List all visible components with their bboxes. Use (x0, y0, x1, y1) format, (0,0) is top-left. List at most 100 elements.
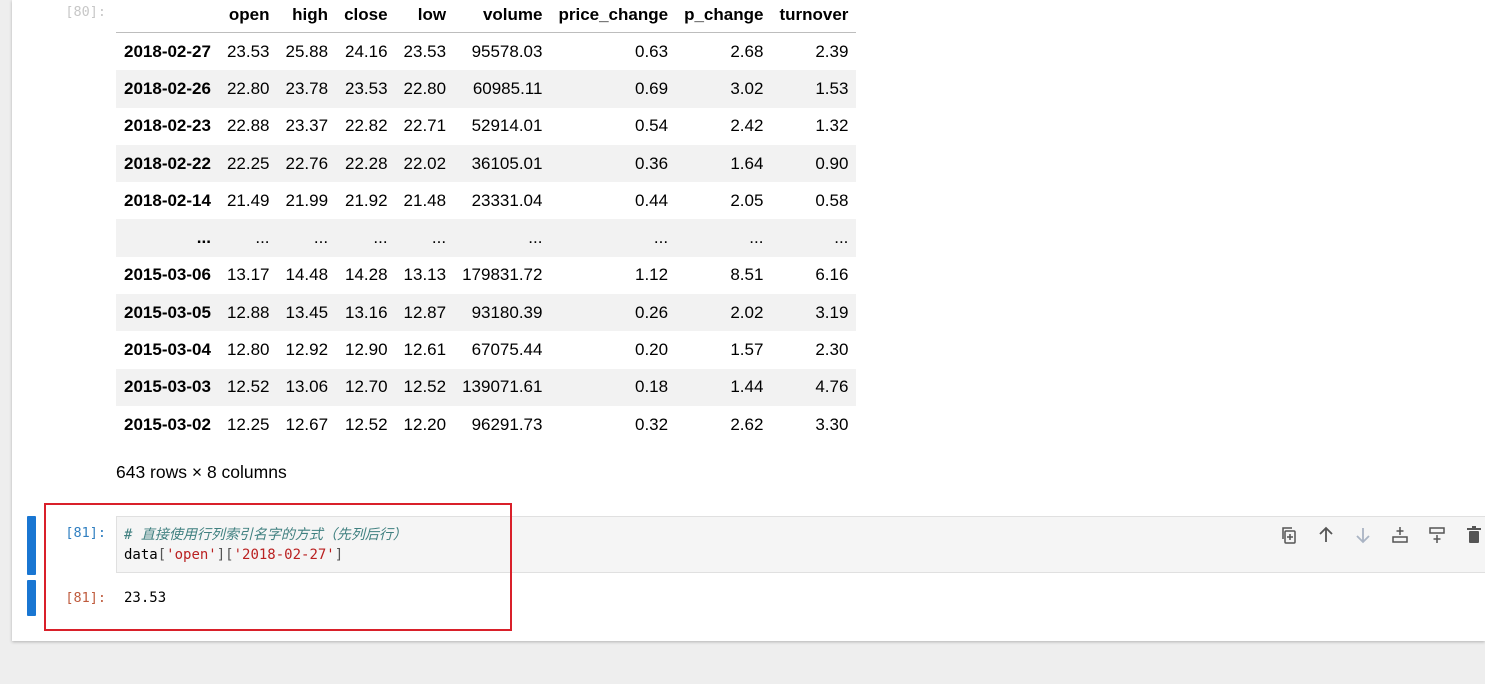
table-row: 2018-02-14 21.49 21.99 21.92 21.48 23331.04 0.… (116, 182, 856, 219)
dataframe-table: open high close low volume price_change p_chan… (116, 0, 857, 444)
table-cell: 3.30 (815, 414, 849, 434)
table-cell: 1.64 (730, 153, 764, 173)
header-row: open high close low volume price_change p_chan… (116, 0, 857, 33)
table-cell: 22.80 (403, 78, 447, 98)
table-cell: ... (313, 228, 329, 248)
table-cell: 13.17 (226, 265, 270, 285)
table-header: open high close low volume price_change p_chan… (116, 0, 857, 33)
row-index: 2018-02-23 (124, 116, 211, 136)
table-cell: 12.88 (226, 302, 270, 322)
row-index: 2018-02-27 (124, 41, 211, 61)
row-index: 2015-03-05 (124, 302, 211, 322)
table-cell: 22.02 (403, 153, 447, 173)
table-cell: 2.68 (730, 41, 764, 61)
table-cell: 24.16 (345, 41, 388, 61)
table-cell: 1.53 (815, 78, 849, 98)
table-cell: 96291.73 (471, 414, 543, 434)
table-cell: 12.92 (285, 340, 329, 360)
table-cell: 2.39 (815, 41, 849, 61)
table-cell: 0.32 (634, 414, 669, 434)
move-up-icon (1318, 526, 1333, 542)
table-cell: 0.20 (634, 340, 669, 360)
column-header: volume (454, 0, 551, 33)
table-cell: 1.57 (730, 340, 764, 360)
table-row: 2015-03-02 12.25 12.67 12.52 12.20 96291.73 0.… (116, 406, 856, 443)
table-cell: 25.88 (285, 41, 329, 61)
table-cell: 21.49 (226, 190, 270, 210)
insert-below-button[interactable] (1424, 522, 1449, 547)
table-cell: ... (373, 228, 388, 248)
table-cell: 2.62 (730, 414, 764, 434)
table-cell: 22.25 (226, 153, 270, 173)
column-header: open (218, 0, 278, 33)
column-header: p_change (676, 0, 772, 33)
table-cell: 23.78 (285, 78, 329, 98)
table-row: 2018-02-23 22.88 23.37 22.82 22.71 52914.01 0.… (116, 108, 856, 145)
table-cell: 1.12 (634, 265, 669, 285)
row-index: 2015-03-02 (124, 414, 211, 434)
table-cell: 179831.72 (462, 265, 543, 285)
table-cell: 8.51 (730, 265, 764, 285)
table-cell: 0.18 (634, 377, 669, 397)
delete-cell-button[interactable] (1461, 522, 1485, 547)
row-index: 2018-02-26 (124, 78, 211, 98)
table-cell: 0.63 (634, 41, 669, 61)
table-cell: 1.32 (815, 116, 849, 136)
table-cell: 12.67 (285, 414, 329, 434)
table-cell: 1.44 (730, 377, 764, 397)
table-row: 2018-02-22 22.25 22.76 22.28 22.02 36105.01 0.… (116, 144, 857, 183)
table-cell: 22.80 (226, 78, 270, 98)
table-row: 2015-03-04 12.80 12.92 12.90 12.61 67075.44 0.… (116, 331, 856, 368)
table-cell: 22.71 (403, 116, 447, 136)
table-cell: 13.13 (403, 265, 447, 285)
column-header: low (395, 0, 455, 33)
table-cell: 60985.11 (472, 78, 543, 98)
table-cell: 14.48 (285, 265, 329, 285)
table-row: 2018-02-27 23.53 25.88 24.16 23.53 95578.03 0.… (116, 33, 856, 71)
table-body: 2018-02-27 23.53 25.88 24.16 23.53 95578.03 0.… (116, 33, 857, 444)
table-cell: 23.53 (403, 41, 447, 61)
output-prompt-80: [80]: (65, 4, 106, 20)
insert-below-icon (1428, 526, 1445, 543)
table-cell: 21.92 (345, 190, 388, 210)
table-cell: 13.16 (345, 302, 388, 322)
row-index: 2015-03-04 (124, 340, 211, 360)
table-cell: 12.61 (403, 340, 447, 360)
table-cell: 23331.04 (471, 190, 543, 210)
table-cell: 0.44 (634, 190, 669, 210)
table-cell: 3.19 (815, 302, 849, 322)
table-cell: 0.58 (815, 190, 849, 210)
table-cell: 4.76 (815, 377, 849, 397)
table-cell: 93180.39 (471, 302, 543, 322)
move-up-button[interactable] (1313, 522, 1338, 547)
row-index: 2018-02-14 (124, 190, 211, 210)
table-cell: 12.80 (226, 340, 270, 360)
table-cell: 12.87 (403, 302, 447, 322)
insert-above-button[interactable] (1387, 522, 1412, 547)
table-cell: ... (528, 228, 543, 248)
table-cell: 95578.03 (471, 41, 543, 61)
highlight-box (44, 503, 512, 631)
table-cell: 12.52 (345, 414, 388, 434)
table-cell: 139071.61 (462, 377, 543, 397)
table-row: ........................... (116, 219, 857, 257)
table-cell: 67075.44 (471, 340, 543, 360)
insert-above-icon (1391, 526, 1408, 543)
table-cell: 23.53 (345, 78, 388, 98)
table-cell: 13.06 (285, 377, 329, 397)
table-cell: 22.28 (345, 153, 388, 173)
move-down-button[interactable] (1350, 522, 1375, 547)
table-cell: 52914.01 (471, 116, 543, 136)
table-cell: ... (749, 228, 764, 248)
table-cell: 0.90 (815, 153, 849, 173)
table-cell: 23.53 (226, 41, 270, 61)
table-cell: ... (255, 228, 270, 248)
table-cell: 0.36 (634, 153, 669, 173)
table-cell: 6.16 (815, 265, 849, 285)
duplicate-cell-button[interactable] (1276, 522, 1301, 547)
index-header (116, 0, 219, 33)
table-cell: 14.28 (345, 265, 388, 285)
table-cell: 13.45 (285, 302, 329, 322)
table-cell: ... (653, 228, 669, 248)
table-cell: 22.88 (226, 116, 270, 136)
